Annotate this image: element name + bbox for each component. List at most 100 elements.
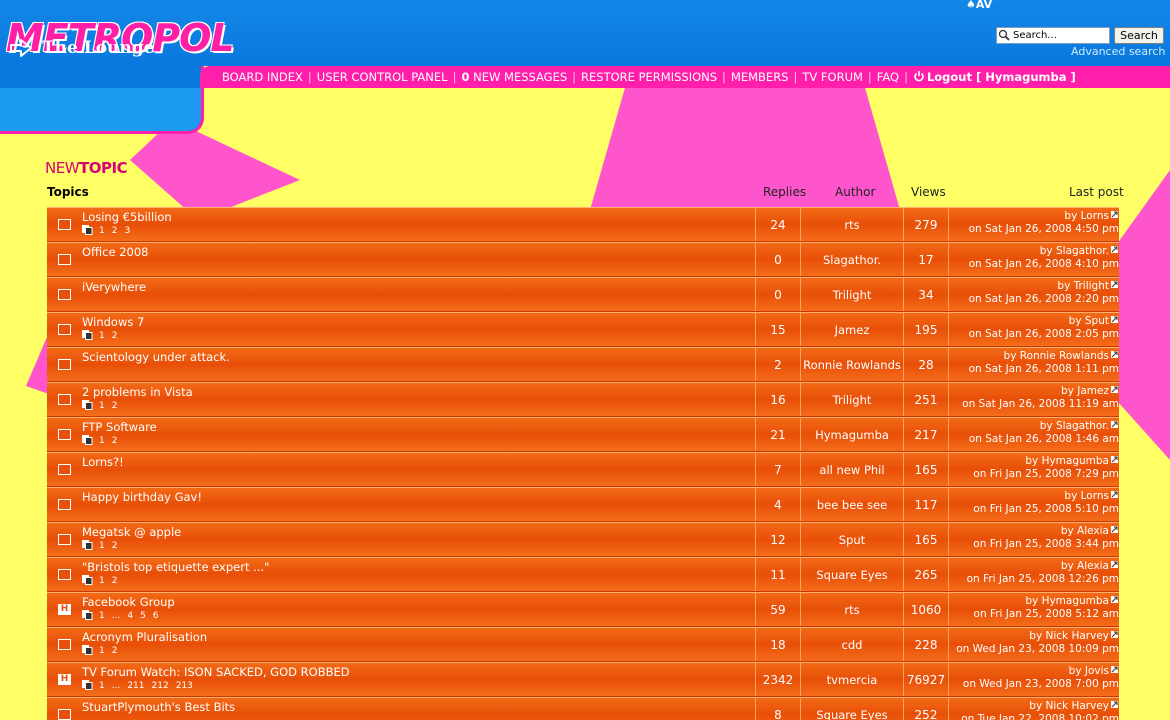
topic-row[interactable]: Lorns?! 7 all new Phil 165 by Hymagumba on Fr… (47, 452, 1119, 487)
page-link[interactable]: 1 (99, 226, 105, 236)
topic-title-link[interactable]: FTP Software (82, 420, 157, 434)
page-link[interactable]: 6 (153, 611, 159, 621)
topic-title-link[interactable]: Megatsk @ apple (82, 525, 181, 539)
page-link[interactable]: 212 (152, 681, 169, 691)
topic-row[interactable]: H TV Forum Watch: ISON SACKED, GOD ROBBED… (47, 662, 1119, 697)
topic-author-link[interactable]: cdd (801, 638, 903, 652)
last-post-author[interactable]: by Alexia (1061, 525, 1109, 537)
goto-page-icon[interactable] (82, 540, 93, 550)
topic-row[interactable]: FTP Software 1 2 21 Hymagumba 217 by Slagathor… (47, 417, 1119, 452)
page-link[interactable]: 1 (99, 646, 105, 656)
last-post-author[interactable]: by Ronnie Rowlands (1004, 350, 1109, 362)
goto-page-icon[interactable] (82, 645, 93, 655)
nav-restore-permissions[interactable]: RESTORE PERMISSIONS (581, 70, 717, 84)
view-latest-post-icon[interactable] (1111, 456, 1118, 463)
topic-row[interactable]: Happy birthday Gav! 4 bee bee see 117 by Lor… (47, 487, 1119, 522)
topic-title-link[interactable]: Lorns?! (82, 455, 124, 469)
page-link[interactable]: 2 (112, 541, 118, 551)
nav-new-messages[interactable]: NEW MESSAGES (473, 70, 567, 84)
last-post-author[interactable]: by Slagathor. (1040, 245, 1109, 257)
view-latest-post-icon[interactable] (1111, 211, 1118, 218)
view-latest-post-icon[interactable] (1111, 596, 1118, 603)
page-link[interactable]: 5 (140, 611, 146, 621)
last-post-author[interactable]: by Trilight (1057, 280, 1109, 292)
last-post-author[interactable]: by Slagathor. (1040, 420, 1109, 432)
last-post-author[interactable]: by Lorns (1064, 210, 1109, 222)
page-link[interactable]: 2 (112, 436, 118, 446)
last-post-author[interactable]: by Lorns (1064, 490, 1109, 502)
page-link[interactable]: 1 (99, 611, 105, 621)
page-link[interactable]: 4 (127, 611, 133, 621)
page-link[interactable]: 1 (99, 681, 105, 691)
topic-title-link[interactable]: Office 2008 (82, 245, 149, 259)
nav-logout[interactable]: Logout [ Hymagumba ] (927, 70, 1076, 84)
topic-author-link[interactable]: Square Eyes (801, 708, 903, 720)
page-link[interactable]: 213 (176, 681, 193, 691)
topic-author-link[interactable]: rts (801, 218, 903, 232)
new-messages-count[interactable]: 0 (461, 70, 469, 84)
view-latest-post-icon[interactable] (1111, 561, 1118, 568)
topic-author-link[interactable]: Sput (801, 533, 903, 547)
page-link[interactable]: 211 (127, 681, 144, 691)
goto-page-icon[interactable] (82, 330, 93, 340)
topic-row[interactable]: Office 2008 0 Slagathor. 17 by Slagathor. on … (47, 242, 1119, 277)
view-latest-post-icon[interactable] (1111, 701, 1118, 708)
search-button[interactable]: Search (1114, 27, 1164, 44)
topic-author-link[interactable]: Trilight (801, 288, 903, 302)
last-post-author[interactable]: by Alexia (1061, 560, 1109, 572)
advanced-search-link[interactable]: Advanced search (1071, 45, 1165, 58)
topic-row[interactable]: Scientology under attack. 2 Ronnie Rowland… (47, 347, 1119, 382)
topic-author-link[interactable]: rts (801, 603, 903, 617)
new-topic-button[interactable]: NEWTOPIC (45, 159, 128, 177)
page-link[interactable]: 1 (99, 401, 105, 411)
page-link[interactable]: 2 (112, 576, 118, 586)
page-link[interactable]: 1 (99, 576, 105, 586)
view-latest-post-icon[interactable] (1111, 386, 1118, 393)
topic-row[interactable]: iVerywhere 0 Trilight 34 by Trilight on Sat J… (47, 277, 1119, 312)
topic-author-link[interactable]: Slagathor. (801, 253, 903, 267)
topic-row[interactable]: Acronym Pluralisation 1 2 18 cdd 228 by Nick H… (47, 627, 1119, 662)
page-link[interactable]: 2 (112, 331, 118, 341)
topic-title-link[interactable]: iVerywhere (82, 280, 146, 294)
page-link[interactable]: 1 (99, 331, 105, 341)
topic-title-link[interactable]: Scientology under attack. (82, 350, 230, 364)
topic-author-link[interactable]: all new Phil (801, 463, 903, 477)
topic-author-link[interactable]: Square Eyes (801, 568, 903, 582)
topic-author-link[interactable]: Ronnie Rowlands (801, 358, 903, 372)
topic-title-link[interactable]: Losing €5billion (82, 210, 172, 224)
nav-faq[interactable]: FAQ (877, 70, 899, 84)
topic-row[interactable]: "Bristols top etiquette expert ..." 1 2 11 S… (47, 557, 1119, 592)
page-link[interactable]: 1 (99, 436, 105, 446)
last-post-author[interactable]: by Nick Harvey (1029, 630, 1109, 642)
page-link[interactable]: 2 (112, 401, 118, 411)
view-latest-post-icon[interactable] (1111, 631, 1118, 638)
topic-row[interactable]: Windows 7 1 2 15 Jamez 195 by Sput on Sat Jan 2… (47, 312, 1119, 347)
last-post-author[interactable]: by Hymagumba (1025, 595, 1109, 607)
topic-row[interactable]: Megatsk @ apple 1 2 12 Sput 165 by Alexia on Fr… (47, 522, 1119, 557)
page-link[interactable]: 3 (124, 226, 130, 236)
last-post-author[interactable]: by Jovis (1069, 665, 1109, 677)
view-latest-post-icon[interactable] (1111, 281, 1118, 288)
search-input[interactable]: Search... (996, 27, 1110, 44)
goto-page-icon[interactable] (82, 400, 93, 410)
topic-title-link[interactable]: TV Forum Watch: ISON SACKED, GOD ROBBED (82, 665, 350, 679)
topic-row[interactable]: Losing €5billion 1 2 3 24 rts 279 by Lorns on Sa… (47, 207, 1119, 242)
goto-page-icon[interactable] (82, 680, 93, 690)
topic-title-link[interactable]: StuartPlymouth's Best Bits (82, 700, 235, 714)
nav-tv-forum[interactable]: TV FORUM (802, 70, 863, 84)
last-post-author[interactable]: by Hymagumba (1025, 455, 1109, 467)
topic-title-link[interactable]: Acronym Pluralisation (82, 630, 207, 644)
last-post-author[interactable]: by Nick Harvey (1029, 700, 1109, 712)
page-link[interactable]: 2 (112, 226, 118, 236)
topic-author-link[interactable]: Trilight (801, 393, 903, 407)
topic-title-link[interactable]: "Bristols top etiquette expert ..." (82, 560, 269, 574)
view-latest-post-icon[interactable] (1111, 351, 1118, 358)
nav-members[interactable]: MEMBERS (731, 70, 789, 84)
topic-title-link[interactable]: Facebook Group (82, 595, 175, 609)
view-latest-post-icon[interactable] (1111, 421, 1118, 428)
goto-page-icon[interactable] (82, 435, 93, 445)
goto-page-icon[interactable] (82, 610, 93, 620)
view-latest-post-icon[interactable] (1111, 491, 1118, 498)
topic-author-link[interactable]: tvmercia (801, 673, 903, 687)
topic-title-link[interactable]: Windows 7 (82, 315, 144, 329)
